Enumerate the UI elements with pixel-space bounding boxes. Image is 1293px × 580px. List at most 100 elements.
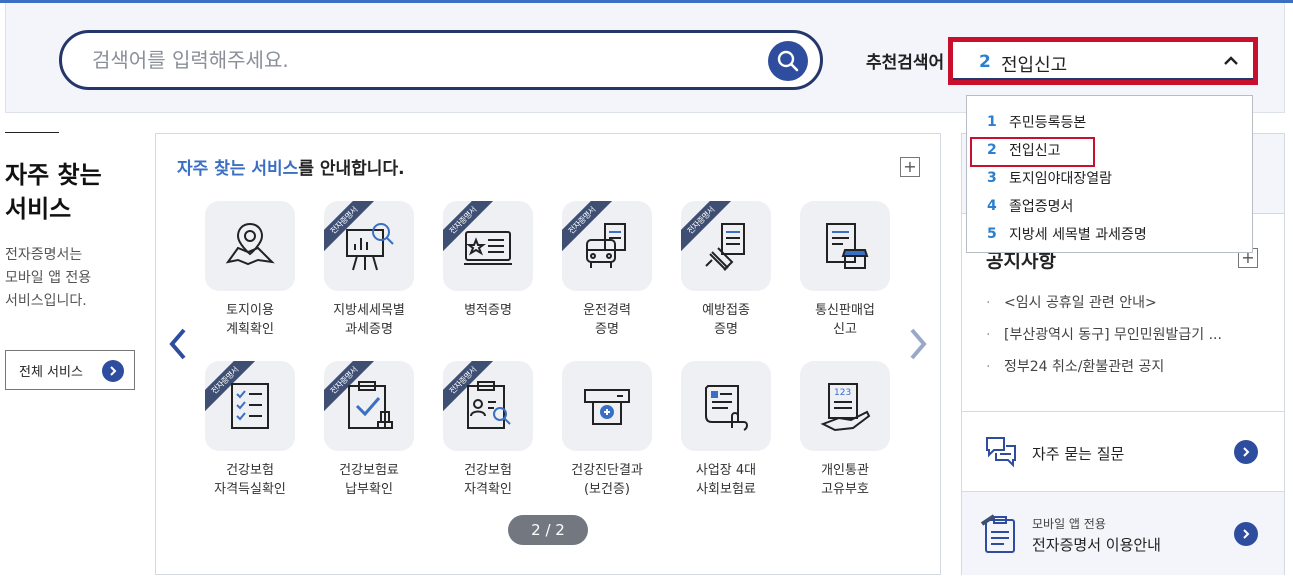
e-certificate-guide-label: 전자증명서 이용안내: [1032, 536, 1161, 554]
dropdown-item-1[interactable]: 1 주민등록등본: [967, 108, 1252, 136]
service-item-health-insurance-qualification[interactable]: 전자증명서 건강보험 자격확인: [429, 361, 547, 511]
bullet: ·: [986, 327, 991, 343]
dropdown-item-text: 토지임야대장열람: [1009, 171, 1113, 187]
notice-item[interactable]: · <임시 공휴일 관련 안내>: [986, 292, 1276, 324]
service-label-line: 계획확인: [226, 322, 274, 337]
arrow-right-circle-icon: [1234, 440, 1258, 464]
description-line: 전자증명서는: [5, 247, 83, 263]
service-label-line: 사업장 4대: [695, 463, 757, 478]
service-item-health-insurance-eligibility[interactable]: 전자증명서 건강보험 자격득실확인: [191, 361, 309, 511]
service-label: 사업장 4대 사회보험료: [667, 461, 785, 499]
chevron-right-icon[interactable]: [906, 324, 930, 364]
search-box: [59, 30, 823, 90]
service-tile: 전자증명서: [205, 361, 295, 451]
hand-document-123-icon: 123: [820, 383, 871, 432]
map-pin-icon: [225, 222, 275, 266]
e-certificate-document-icon: [980, 514, 1015, 553]
service-label-line: (보건증): [583, 482, 631, 497]
presentation-chart-icon: [346, 223, 394, 271]
service-label-line: 지방세세목별: [333, 303, 405, 318]
notice-text: [부산광역시 동구] 무인민원발급기 ...: [1004, 327, 1222, 343]
service-tile: 전자증명서: [443, 201, 533, 291]
selected-keyword-number: 2: [979, 52, 991, 72]
notice-item[interactable]: · [부산광역시 동구] 무인민원발급기 ...: [986, 324, 1276, 356]
chat-bubbles-icon: [986, 437, 1016, 468]
service-tile: 전자증명서: [324, 201, 414, 291]
dropdown-item-number: 3: [987, 170, 997, 186]
service-label-line: 자격확인: [464, 482, 512, 497]
faq-link[interactable]: 자주 묻는 질문: [962, 411, 1284, 491]
selected-keyword-text: 전입신고: [1001, 55, 1068, 76]
service-label: 지방세세목별 과세증명: [310, 301, 428, 339]
search-icon: [777, 50, 799, 72]
notice-item[interactable]: · 정부24 취소/환불관련 공지: [986, 356, 1276, 388]
services-more-button[interactable]: +: [900, 157, 920, 177]
service-label-line: 고유부호: [821, 482, 869, 497]
section-description: 전자증명서는 모바일 앱 전용 서비스입니다.: [5, 244, 91, 313]
service-label-line: 예방접종: [702, 303, 750, 318]
service-label: 건강보험 자격확인: [429, 461, 547, 499]
description-line: 서비스입니다.: [5, 293, 87, 309]
services-heading-highlight: 자주 찾는 서비스: [177, 159, 299, 179]
service-label: 통신판매업 신고: [786, 301, 904, 339]
service-item-social-insurance[interactable]: 사업장 4대 사회보험료: [667, 361, 785, 511]
section-title-line: 자주 찾는: [5, 161, 102, 189]
arrow-right-circle-icon: [1234, 522, 1258, 546]
services-heading: 자주 찾는 서비스를 안내합니다.: [177, 154, 405, 179]
mobile-app-only-label: 모바일 앱 전용: [1032, 517, 1106, 531]
service-label-line: 증명: [714, 322, 738, 337]
service-item-vaccination[interactable]: 전자증명서 예방접종 증명: [667, 201, 785, 351]
mobile-e-certificate-link[interactable]: 모바일 앱 전용 전자증명서 이용안내: [962, 491, 1284, 575]
chevron-left-icon[interactable]: [166, 324, 190, 364]
arrow-right-circle-icon: [102, 360, 124, 382]
service-label-line: 통신판매업: [815, 303, 875, 318]
section-divider: [5, 132, 59, 133]
service-item-health-premium-payment[interactable]: 전자증명서 건강보험료 납부확인: [310, 361, 428, 511]
search-input[interactable]: [92, 43, 752, 77]
service-item-customs-code[interactable]: 123 개인통관 고유부호: [786, 361, 904, 511]
description-line: 모바일 앱 전용: [5, 270, 92, 286]
service-tile: [562, 361, 652, 451]
store-document-icon: [826, 223, 869, 269]
service-tile: [800, 201, 890, 291]
recommended-keyword-dropdown: 1 주민등록등본 2 전입신고 3 토지임야대장열람 4 졸업증명서 5 지방세…: [966, 95, 1253, 253]
scroll-hand-icon: [705, 385, 748, 431]
service-label-line: 병적증명: [464, 303, 512, 318]
service-label: 건강보험 자격득실확인: [191, 461, 309, 499]
all-services-label: 전체 서비스: [19, 364, 83, 380]
bullet: ·: [986, 295, 991, 311]
service-item-driving-record[interactable]: 전자증명서 운전경력 증명: [548, 201, 666, 351]
service-label: 운전경력 증명: [548, 301, 666, 339]
notice-text: <임시 공휴일 관련 안내>: [1004, 295, 1157, 311]
service-label-line: 신고: [833, 322, 857, 337]
service-label-line: 건강보험: [226, 463, 274, 478]
service-item-health-checkup[interactable]: 건강진단결과 (보건증): [548, 361, 666, 511]
service-item-land-use[interactable]: 토지이용 계획확인: [191, 201, 309, 351]
service-label: 예방접종 증명: [667, 301, 785, 339]
dropdown-item-4[interactable]: 4 졸업증명서: [967, 192, 1252, 220]
service-label-line: 건강보험: [464, 463, 512, 478]
recommended-keywords-label: 추천검색어: [866, 53, 945, 73]
all-services-button[interactable]: 전체 서비스: [5, 350, 135, 390]
service-tile: 전자증명서: [324, 361, 414, 451]
service-label: 토지이용 계획확인: [191, 301, 309, 339]
page-indicator[interactable]: 2 / 2: [508, 515, 588, 545]
service-item-online-sales[interactable]: 통신판매업 신고: [786, 201, 904, 351]
services-heading-rest: 를 안내합니다.: [298, 159, 405, 179]
dropdown-item-2[interactable]: 2 전입신고: [967, 136, 1252, 167]
service-tile: 전자증명서: [681, 201, 771, 291]
dropdown-item-3[interactable]: 3 토지임야대장열람: [967, 164, 1252, 192]
service-item-local-tax[interactable]: 전자증명서 지방세세목별 과세증명: [310, 201, 428, 351]
service-label: 건강보험료 납부확인: [310, 461, 428, 499]
recommended-keyword-select[interactable]: 2 전입신고: [948, 37, 1258, 85]
service-tile: [681, 361, 771, 451]
service-item-military[interactable]: 전자증명서 병적증명: [429, 201, 547, 351]
dropdown-item-5[interactable]: 5 지방세 세목별 과세증명: [967, 220, 1252, 248]
service-label-line: 과세증명: [345, 322, 393, 337]
section-title: 자주 찾는 서비스: [5, 158, 102, 226]
service-label-line: 납부확인: [345, 482, 393, 497]
service-label-line: 증명: [595, 322, 619, 337]
syringe-document-icon: [705, 223, 745, 271]
search-button[interactable]: [768, 41, 808, 81]
service-label: 건강진단결과 (보건증): [548, 461, 666, 499]
